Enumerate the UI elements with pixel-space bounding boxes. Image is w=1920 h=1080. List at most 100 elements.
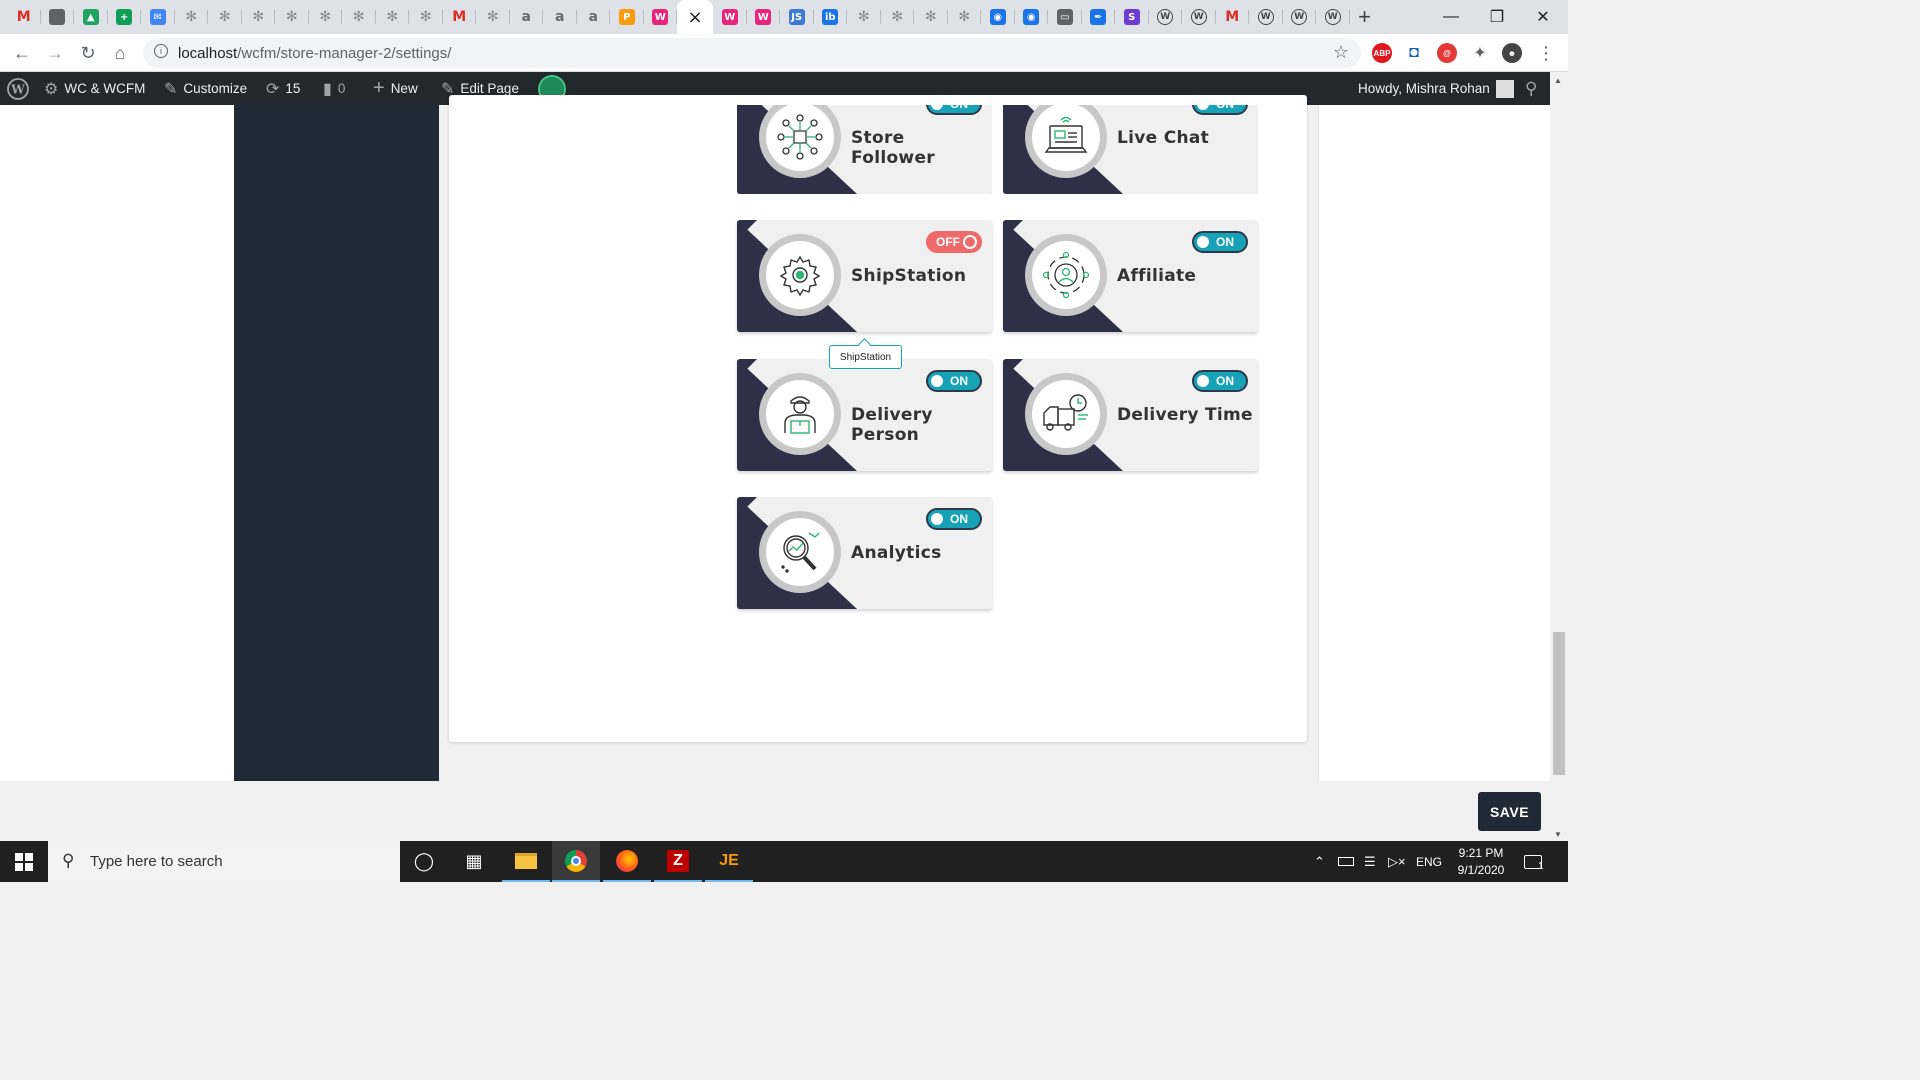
camera-icon[interactable]: ◘ (1404, 43, 1424, 63)
script-a-icon: a (555, 9, 565, 25)
affiliate-icon (1032, 241, 1100, 309)
profile-avatar-icon[interactable]: ☻ (1502, 43, 1522, 63)
browser-tab[interactable] (41, 0, 75, 34)
browser-tab[interactable]: ✉ (141, 0, 175, 34)
jetbrains-icon[interactable]: JE (705, 841, 753, 882)
module-toggle[interactable]: ON (1192, 231, 1248, 253)
browser-tab[interactable]: ◉ (981, 0, 1015, 34)
site-name-link[interactable]: ⚙ WC & WCFM (44, 72, 145, 105)
updates-link[interactable]: ⟳ 15 (266, 72, 300, 105)
file-explorer-icon[interactable] (502, 841, 550, 882)
save-button[interactable]: SAVE (1478, 792, 1541, 831)
browser-tab[interactable]: W (747, 0, 781, 34)
module-toggle[interactable]: ON (926, 370, 982, 392)
browser-tab[interactable]: ✻ (208, 0, 242, 34)
browser-tab[interactable]: ✻ (342, 0, 376, 34)
task-view-icon[interactable]: ▦ (450, 841, 498, 882)
spiral-icon[interactable]: @ (1437, 43, 1457, 63)
woo-icon: W (755, 9, 772, 25)
browser-tab[interactable]: a (510, 0, 544, 34)
battery-icon[interactable] (1338, 841, 1354, 882)
browser-tab[interactable]: W (1182, 0, 1216, 34)
browser-tab[interactable]: W (644, 0, 678, 34)
address-bar[interactable]: i localhost/wcfm/store-manager-2/setting… (143, 38, 1361, 68)
browser-tab[interactable]: ✒ (1082, 0, 1116, 34)
browser-tab[interactable]: ▲ (74, 0, 108, 34)
page-body (0, 95, 1550, 841)
browser-tab[interactable]: + (108, 0, 142, 34)
browser-tab[interactable]: W (1283, 0, 1317, 34)
comments-link[interactable]: ▮ 0 (323, 72, 345, 105)
site-icon: ✻ (252, 9, 265, 25)
language-indicator[interactable]: ENG (1416, 841, 1442, 882)
tray-chevron-icon[interactable]: ⌃ (1314, 841, 1325, 882)
windows-start-icon[interactable] (0, 841, 48, 882)
browser-tab[interactable]: ◉ (1015, 0, 1049, 34)
browser-tab[interactable]: ✻ (175, 0, 209, 34)
clock[interactable]: 9:21 PM 9/1/2020 (1448, 841, 1514, 882)
customize-link[interactable]: ✎ Customize (164, 72, 247, 105)
browser-tab[interactable]: M (7, 0, 41, 34)
module-toggle[interactable]: OFF (926, 231, 982, 253)
browser-tab[interactable]: ✻ (409, 0, 443, 34)
browser-tab[interactable]: ✻ (309, 0, 343, 34)
filezilla-icon[interactable]: Z (654, 841, 702, 882)
forward-button[interactable]: → (41, 39, 69, 67)
restore-button[interactable]: ❐ (1474, 0, 1520, 34)
browser-tab[interactable]: W (1149, 0, 1183, 34)
module-toggle[interactable]: ON (926, 508, 982, 530)
window-close-button[interactable]: ✕ (1520, 0, 1566, 34)
browser-tab[interactable]: ib (814, 0, 848, 34)
tab-active[interactable]: × (677, 0, 713, 34)
browser-tab[interactable]: ▭ (1048, 0, 1082, 34)
browser-tab[interactable]: ✻ (847, 0, 881, 34)
reload-button[interactable]: ↻ (74, 39, 102, 67)
browser-tab[interactable]: ✻ (376, 0, 410, 34)
browser-tab[interactable]: W (1249, 0, 1283, 34)
scrollbar-thumb[interactable] (1553, 632, 1565, 775)
browser-tab[interactable]: M (443, 0, 477, 34)
minimize-button[interactable]: — (1428, 0, 1474, 34)
browser-tab[interactable]: W (1316, 0, 1350, 34)
chrome-menu-icon[interactable]: ⋮ (1532, 39, 1560, 67)
new-content-link[interactable]: + New (373, 72, 418, 105)
adblock-icon[interactable]: ABP (1372, 43, 1392, 63)
site-icon: ✻ (419, 9, 432, 25)
browser-tab[interactable]: W (713, 0, 747, 34)
page-scrollbar[interactable]: ▲ ▼ (1550, 72, 1568, 841)
taskbar-search-input[interactable]: ⚲ Type here to search (48, 841, 400, 882)
back-button[interactable]: ← (8, 39, 36, 67)
browser-tab[interactable]: a (577, 0, 611, 34)
volume-muted-icon[interactable]: ▷× (1388, 841, 1406, 882)
cortana-icon[interactable]: ◯ (400, 841, 448, 882)
puzzle-icon[interactable]: ✦ (1470, 43, 1490, 63)
comment-icon: ▮ (323, 80, 332, 98)
browser-tab[interactable]: P (610, 0, 644, 34)
search-icon[interactable]: ⚲ (1525, 72, 1537, 105)
site-icon: ✻ (958, 9, 971, 25)
browser-tab[interactable]: ✻ (914, 0, 948, 34)
browser-tab[interactable]: JS (780, 0, 814, 34)
url-path: /wcfm/store-manager-2/settings/ (237, 45, 452, 62)
browser-tab[interactable]: ✻ (476, 0, 510, 34)
browser-tab[interactable]: a (543, 0, 577, 34)
browser-tab[interactable]: ✻ (881, 0, 915, 34)
browser-tab[interactable]: ✻ (948, 0, 982, 34)
new-tab-button[interactable]: + (1350, 0, 1380, 34)
wordpress-logo-icon[interactable]: W (7, 72, 29, 105)
module-toggle[interactable]: ON (1192, 370, 1248, 392)
chrome-icon[interactable] (552, 841, 600, 882)
site-icon: ✻ (857, 9, 870, 25)
bookmark-star-icon[interactable]: ☆ (1333, 42, 1349, 63)
firefox-icon[interactable] (603, 841, 651, 882)
browser-tab[interactable]: ✻ (242, 0, 276, 34)
info-icon[interactable]: i (154, 44, 168, 58)
close-icon[interactable]: × (687, 7, 703, 28)
notification-center-icon[interactable]: 1 (1524, 841, 1544, 882)
home-button[interactable]: ⌂ (106, 39, 134, 67)
browser-tab[interactable]: S (1115, 0, 1149, 34)
browser-tab[interactable]: ✻ (275, 0, 309, 34)
my-account-link[interactable]: Howdy, Mishra Rohan (1358, 72, 1514, 105)
wifi-icon[interactable]: ☰ (1364, 841, 1376, 882)
browser-tab[interactable]: M (1216, 0, 1250, 34)
